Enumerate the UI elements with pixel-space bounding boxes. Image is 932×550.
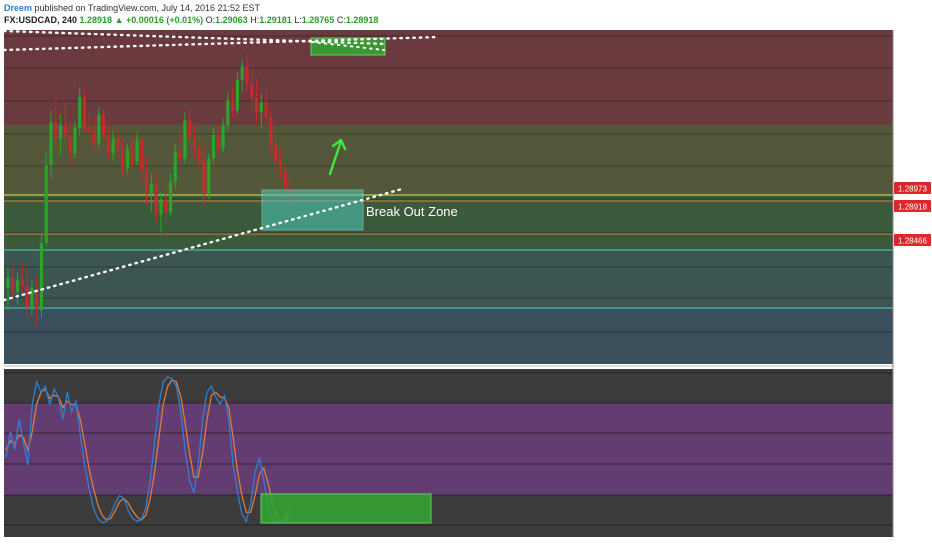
candle-body (254, 98, 259, 113)
break-out-zone-label: Break Out Zone (366, 204, 458, 219)
chart-header: Dreem published on TradingView.com, July… (0, 0, 932, 30)
author-link[interactable]: Dreem (4, 3, 32, 13)
candle-body (183, 120, 187, 159)
candle-body (202, 161, 206, 194)
candle-body (25, 285, 29, 308)
low-value: 1.28765 (301, 15, 335, 25)
candle-body (274, 145, 278, 162)
symbol-label: FX:USDCAD, 240 (4, 15, 78, 25)
up-triangle-icon: ▲ (114, 15, 124, 25)
candle-body (140, 139, 144, 172)
candle-body (159, 199, 163, 215)
candle-body (216, 134, 220, 149)
price-tag-label: 1.28973 (898, 185, 927, 194)
candle-body (63, 124, 67, 135)
candle-body (82, 97, 87, 127)
price-axis: 1.28973 1.28918 1.28466 (892, 30, 932, 550)
candle-body (240, 66, 244, 80)
close-value: 1.28918 (345, 15, 379, 25)
candle-body (54, 122, 58, 138)
candle-body (235, 79, 240, 111)
support-zone (4, 250, 893, 308)
high-value: 1.29181 (259, 15, 292, 25)
candle-body (145, 171, 149, 194)
candle-body (207, 158, 211, 194)
candle-body (211, 134, 216, 159)
candle-body (101, 114, 106, 137)
symbol-info: FX:USDCAD, 240 1.28918 ▲ +0.00016 (+0.01… (4, 15, 379, 25)
candle-body (269, 117, 273, 146)
candle-body (135, 139, 139, 162)
candle-body (173, 151, 177, 182)
candle-body (221, 124, 225, 149)
stochastic-overbought-band (4, 403, 893, 495)
candle-body (97, 114, 101, 144)
stochastic-panel (4, 365, 893, 537)
candle-body (130, 149, 134, 162)
candle-body (278, 161, 283, 172)
publish-info: Dreem published on TradingView.com, July… (4, 2, 260, 14)
candle-body (250, 83, 254, 99)
price-tag-label: 1.28466 (898, 237, 927, 246)
candle-body (92, 130, 96, 144)
candle-body (11, 277, 15, 292)
published-text: published on TradingView.com, July 14, 2… (34, 3, 261, 13)
oversold-highlight-box (260, 493, 432, 524)
candle-body (30, 287, 34, 308)
candle-body (178, 151, 182, 159)
resistance-zone (4, 30, 893, 125)
candle-body (188, 120, 192, 138)
chart-canvas[interactable]: 1.28973 1.28918 1.28466 Break Out Zone (0, 30, 932, 550)
candle-body (20, 279, 24, 286)
price-change: +0.00016 (+0.01%) (126, 15, 204, 25)
candle-body (245, 66, 249, 84)
candle-body (68, 134, 72, 154)
candle-body (15, 279, 20, 292)
candle-body (264, 102, 268, 118)
last-price: 1.28918 (79, 15, 113, 25)
candle-body (154, 183, 158, 215)
candle-body (197, 148, 201, 162)
candle-body (168, 181, 173, 213)
candle-body (6, 277, 10, 288)
candle-body (49, 122, 53, 166)
candle-body (226, 100, 230, 125)
candle-body (231, 100, 235, 111)
candle-body (121, 151, 125, 169)
candle-body (125, 149, 130, 169)
candle-body (116, 138, 120, 152)
lower-zone (4, 308, 893, 364)
candle-body (78, 97, 82, 128)
candle-body (259, 102, 263, 113)
candle-body (44, 165, 48, 243)
candle-body (73, 127, 77, 154)
candle-body (111, 138, 115, 154)
candle-body (58, 124, 63, 138)
candle-body (87, 126, 91, 131)
price-axis-bg (893, 30, 932, 550)
candle-body (39, 242, 44, 311)
open-value: 1.29063 (215, 15, 248, 25)
break-out-zone-box (261, 189, 364, 231)
candle-body (106, 136, 110, 154)
candle-body (283, 171, 287, 189)
candle-body (164, 199, 168, 213)
candle-body (149, 183, 153, 194)
candle-body (192, 137, 197, 149)
price-zones (4, 30, 893, 364)
price-tag-label: 1.28918 (898, 203, 927, 212)
